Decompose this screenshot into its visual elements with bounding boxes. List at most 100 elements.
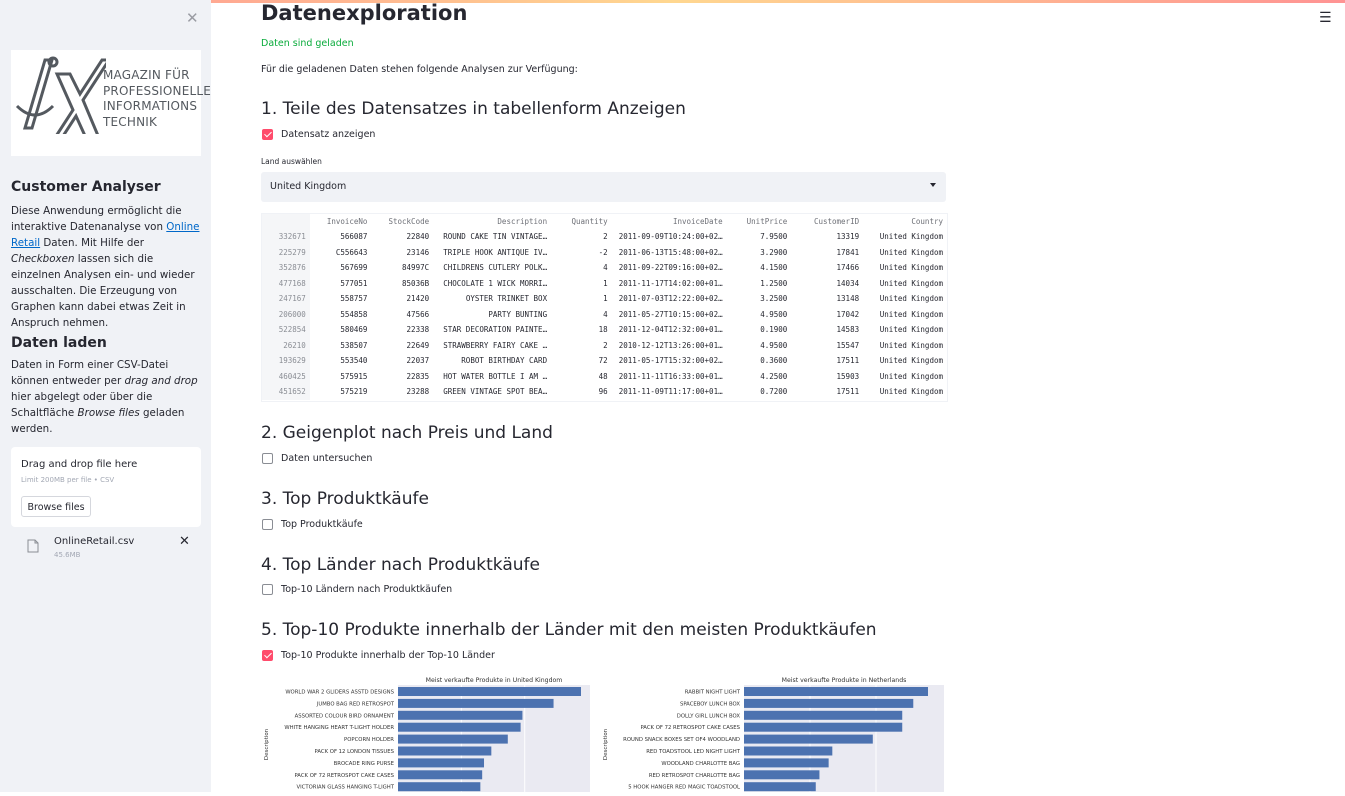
- uk-bar-chart-svg: Meist verkaufte Produkte in United Kingd…: [264, 677, 590, 792]
- country-select-label: Land auswählen: [261, 157, 322, 166]
- column-header[interactable]: Country: [863, 214, 947, 229]
- column-header[interactable]: StockCode: [371, 214, 433, 229]
- show-dataset-checkbox[interactable]: Datensatz anzeigen: [262, 129, 375, 140]
- table-cell: 0.7200: [760, 387, 788, 397]
- checkbox-unchecked[interactable]: [262, 453, 273, 464]
- top-products-checkbox[interactable]: Top Produktkäufe: [262, 519, 363, 530]
- browse-files-button[interactable]: Browse files: [21, 496, 91, 517]
- table-cell: 4: [603, 309, 608, 319]
- table-cell: 17042: [836, 309, 860, 319]
- row-index: 26210: [262, 337, 310, 353]
- hamburger-menu-icon[interactable]: ☰: [1319, 10, 1332, 26]
- table-cell: 22649: [406, 340, 430, 350]
- checkbox-unchecked[interactable]: [262, 584, 273, 595]
- table-cell: 84997C: [402, 263, 430, 273]
- category-label: DOLLY GIRL LUNCH BOX: [677, 713, 741, 719]
- table-cell: CHILDRENS CUTLERY POLK…: [443, 263, 548, 273]
- bar: [398, 746, 492, 756]
- table-cell: HOT WATER BOTTLE I AM …: [443, 371, 548, 381]
- table-row: 225279 C556643 23146 TRIPLE HOOK ANTIQUE IV…: [262, 244, 947, 260]
- file-uploader-dropzone[interactable]: Drag and drop file here Limit 200MB per …: [11, 447, 201, 527]
- table-cell: 2011-11-09T11:17:00+01…: [618, 387, 723, 397]
- table-row: 352876 567699 84997C CHILDRENS CUTLERY POLK…: [262, 260, 947, 276]
- netherlands-bar-chart-svg: Meist verkaufte Produkte in Netherlands D…: [603, 677, 944, 792]
- dataframe-table[interactable]: InvoiceNo StockCode Description Quantity Inv…: [261, 213, 948, 402]
- checkbox-checked[interactable]: [262, 650, 273, 661]
- checkbox-label: Top-10 Produkte innerhalb der Top-10 Län…: [281, 650, 495, 661]
- table-cell: STAR DECORATION PAINTE…: [443, 325, 548, 335]
- row-index: 332671: [262, 229, 310, 245]
- table-row: 247167 558757 21420 OYSTER TRINKET BOX 1 2011…: [262, 291, 947, 307]
- checkbox-checked[interactable]: [262, 129, 273, 140]
- table-cell: 577051: [340, 278, 368, 288]
- bar: [744, 782, 816, 792]
- row-index: 460425: [262, 368, 310, 384]
- table-cell: 2: [603, 232, 608, 242]
- column-header[interactable]: UnitPrice: [727, 214, 792, 229]
- table-cell: 567699: [340, 263, 368, 273]
- checkbox-unchecked[interactable]: [262, 519, 273, 530]
- checkbox-label: Top Produktkäufe: [281, 519, 363, 530]
- bar: [744, 746, 833, 756]
- table-cell: 2011-12-04T12:32:00+01…: [618, 325, 723, 335]
- table-cell: 18: [598, 325, 608, 335]
- table-cell: 1: [603, 278, 608, 288]
- table-cell: 553540: [340, 356, 368, 366]
- country-select[interactable]: United Kingdom: [261, 172, 946, 202]
- table-cell: United Kingdom: [879, 247, 943, 257]
- table-cell: 554858: [340, 309, 368, 319]
- y-axis-label: Description: [603, 728, 609, 760]
- bar: [398, 734, 508, 744]
- table-cell: ROBOT BIRTHDAY CARD: [461, 356, 548, 366]
- table-cell: 1: [603, 294, 608, 304]
- table-cell: 17511: [836, 356, 860, 366]
- index-header[interactable]: [262, 214, 310, 229]
- table-cell: GREEN VINTAGE SPOT BEA…: [443, 387, 548, 397]
- row-index: 193629: [262, 353, 310, 369]
- table-cell: 2011-11-17T14:02:00+01…: [618, 278, 723, 288]
- table-cell: 575915: [340, 371, 368, 381]
- column-header[interactable]: Description: [433, 214, 551, 229]
- category-label: RABBIT NIGHT LIGHT: [685, 690, 741, 696]
- table-cell: 2: [603, 340, 608, 350]
- top-products-countries-checkbox[interactable]: Top-10 Produkte innerhalb der Top-10 Län…: [262, 650, 495, 661]
- category-label: POPCORN HOLDER: [344, 737, 394, 743]
- bar: [398, 770, 483, 780]
- uploaded-file-name: OnlineRetail.csv: [54, 536, 135, 547]
- uploaded-file-size: 45.6MB: [54, 551, 81, 559]
- table-cell: OYSTER TRINKET BOX: [465, 294, 548, 304]
- close-sidebar-icon[interactable]: ✕: [186, 9, 199, 27]
- category-label: RED RETROSPOT CHARLOTTE BAG: [649, 773, 740, 779]
- table-cell: 23146: [406, 247, 430, 257]
- section-2-heading: 2. Geigenplot nach Preis und Land: [261, 423, 553, 443]
- section-1-heading: 1. Teile des Datensatzes in tabellenform…: [261, 99, 686, 119]
- ix-logo-mark: [15, 56, 106, 134]
- category-label: PACK OF 72 RETROSPOT CAKE CASES: [640, 725, 740, 731]
- table-cell: 72: [598, 356, 608, 366]
- violin-plot-checkbox[interactable]: Daten untersuchen: [262, 453, 372, 464]
- category-label: PACK OF 72 RETROSPOT CAKE CASES: [294, 773, 394, 779]
- column-header[interactable]: InvoiceNo: [310, 214, 372, 229]
- success-message: Daten sind geladen: [261, 38, 354, 49]
- category-label: PACK OF 12 LONDON TISSUES: [315, 749, 395, 755]
- category-label: 5 HOOK HANGER RED MAGIC TOADSTOOL: [628, 785, 740, 791]
- bar: [398, 687, 581, 696]
- checkbox-label: Datensatz anzeigen: [281, 129, 376, 140]
- table-cell: 15903: [836, 371, 860, 381]
- table-cell: 580469: [340, 325, 368, 335]
- table-cell: 538507: [340, 340, 368, 350]
- table-cell: 7.9500: [760, 232, 788, 242]
- remove-file-icon[interactable]: ✕: [179, 534, 190, 549]
- bar: [744, 687, 928, 696]
- column-header[interactable]: Quantity: [551, 214, 612, 229]
- column-header[interactable]: InvoiceDate: [612, 214, 727, 229]
- category-label: VICTORIAN GLASS HANGING T-LIGHT: [297, 785, 395, 791]
- chevron-down-icon: [930, 183, 936, 187]
- section-4-heading: 4. Top Länder nach Produktkäufe: [261, 555, 540, 575]
- table-cell: 1.2500: [760, 278, 788, 288]
- column-header[interactable]: CustomerID: [791, 214, 863, 229]
- table-cell: 2011-09-09T10:24:00+02…: [618, 232, 723, 242]
- top-countries-checkbox[interactable]: Top-10 Ländern nach Produktkäufen: [262, 584, 452, 595]
- table-cell: United Kingdom: [879, 278, 943, 288]
- checkbox-label: Daten untersuchen: [281, 453, 373, 464]
